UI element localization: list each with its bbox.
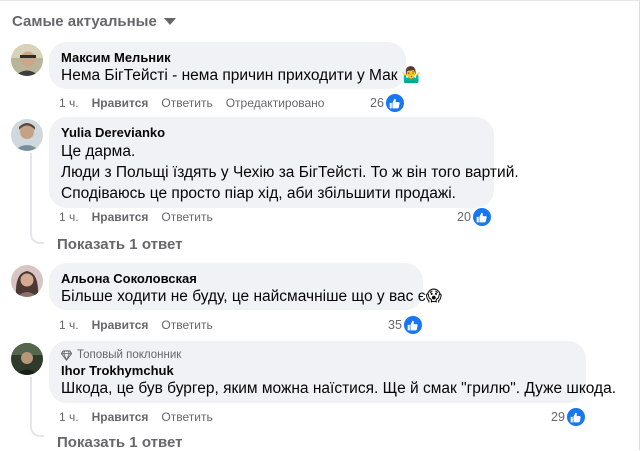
comment-actions: 1 ч. Нравится Ответить — [59, 209, 226, 225]
like-button[interactable]: Нравится — [92, 410, 149, 424]
reaction-count[interactable]: 20 — [457, 208, 491, 226]
reaction-count-value: 26 — [370, 96, 384, 110]
thread-line — [30, 153, 32, 235]
sort-label: Самые актуальные — [12, 12, 157, 30]
comment-author[interactable]: Ihor Trokhymchuk — [61, 363, 174, 378]
reaction-count[interactable]: 26 — [370, 94, 404, 112]
edited-label[interactable]: Отредактировано — [226, 96, 325, 110]
reply-button[interactable]: Ответить — [161, 318, 212, 332]
thumbs-up-icon — [403, 316, 422, 334]
comment-text-line: Люди з Польщі їздять у Чехію за БігТейст… — [61, 164, 519, 181]
comment-author[interactable]: Максим Мельник — [61, 50, 171, 65]
top-border — [0, 0, 640, 1]
thread-connector — [30, 230, 44, 244]
like-button[interactable]: Нравится — [92, 318, 149, 332]
comment-bubble: Альона Соколовская Більше ходити не буду… — [49, 263, 442, 310]
caret-down-icon — [163, 17, 176, 25]
sort-dropdown[interactable]: Самые актуальные — [12, 11, 176, 31]
thumbs-up-icon — [566, 408, 585, 426]
comment-bubble: Топовый поклонник Ihor Trokhymchuk Шкода… — [49, 341, 616, 403]
comment-actions: 1 ч. Нравится Ответить — [59, 409, 226, 425]
reaction-count[interactable]: 35 — [388, 316, 422, 334]
top-fan-badge: Топовый поклонник — [61, 349, 181, 361]
comment-bubble: Yulia Derevianko Це дарма. Люди з Польщі… — [49, 117, 519, 208]
reply-button[interactable]: Ответить — [161, 96, 212, 110]
avatar[interactable] — [11, 44, 43, 76]
comment-time[interactable]: 1 ч. — [59, 210, 79, 224]
reply-button[interactable]: Ответить — [161, 210, 212, 224]
comment-author[interactable]: Yulia Derevianko — [61, 125, 165, 140]
comment-text: Нема БігТейсті - нема причин приходити у… — [61, 67, 422, 84]
reply-button[interactable]: Ответить — [161, 410, 212, 424]
comment-time[interactable]: 1 ч. — [59, 410, 79, 424]
view-replies-link[interactable]: Показать 1 ответ — [57, 434, 182, 451]
like-button[interactable]: Нравится — [92, 210, 149, 224]
like-button[interactable]: Нравится — [92, 96, 149, 110]
thread-line — [30, 377, 32, 427]
diamond-icon — [61, 349, 72, 361]
comment-actions: 1 ч. Нравится Ответить — [59, 317, 226, 333]
comment-text: Більше ходити не буду, це найсмачніше що… — [61, 288, 442, 305]
comment-bubble: Максим Мельник Нема БігТейсті - нема при… — [49, 42, 421, 89]
reaction-count-value: 35 — [388, 318, 402, 332]
reaction-count-value: 29 — [551, 410, 565, 424]
comment-text: Шкода, це був бургер, яким можна наїстис… — [61, 380, 617, 397]
comment-author[interactable]: Альона Соколовская — [61, 271, 197, 286]
comment-text-line: Сподіваюсь це просто піар хід, аби збіль… — [61, 185, 456, 202]
comment-actions: 1 ч. Нравится Ответить Отредактировано — [59, 95, 337, 111]
avatar[interactable] — [11, 265, 43, 297]
thread-connector — [30, 423, 44, 437]
reaction-count-value: 20 — [457, 210, 471, 224]
comment-time[interactable]: 1 ч. — [59, 96, 79, 110]
view-replies-link[interactable]: Показать 1 ответ — [57, 236, 182, 253]
badge-label: Топовый поклонник — [77, 349, 182, 361]
reaction-count[interactable]: 29 — [551, 408, 585, 426]
thumbs-up-icon — [385, 94, 404, 112]
thumbs-up-icon — [472, 208, 491, 226]
avatar[interactable] — [11, 119, 43, 151]
comment-time[interactable]: 1 ч. — [59, 318, 79, 332]
comment-text-line: Це дарма. — [61, 143, 136, 160]
avatar[interactable] — [11, 343, 43, 375]
